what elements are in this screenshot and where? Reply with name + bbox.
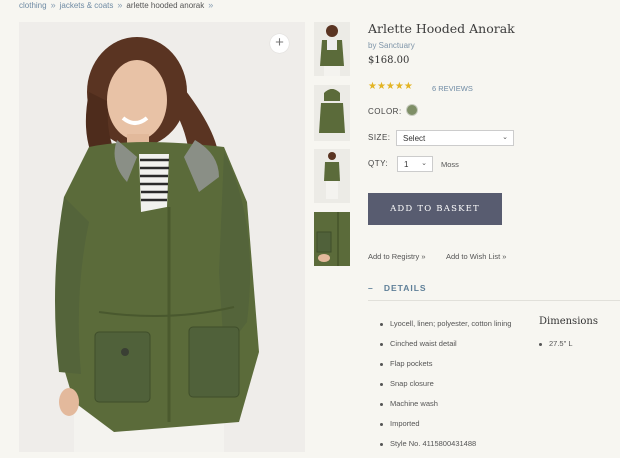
color-swatch-moss[interactable] xyxy=(406,104,418,116)
chevron-down-icon: ⌄ xyxy=(502,134,508,141)
color-label: COLOR: xyxy=(368,107,402,116)
divider xyxy=(368,300,620,301)
selected-color-name: Moss xyxy=(441,160,459,169)
details-toggle[interactable]: – DETAILS xyxy=(368,283,427,293)
size-select[interactable]: Select ⌄ xyxy=(396,130,514,146)
thumbnail-2[interactable] xyxy=(314,85,350,141)
qty-select[interactable]: 1 ⌄ xyxy=(397,156,433,172)
list-item: Snap closure xyxy=(380,378,520,390)
collapse-icon: – xyxy=(368,283,374,293)
breadcrumb-clothing[interactable]: clothing xyxy=(19,1,47,10)
dimensions-heading: Dimensions xyxy=(539,316,598,327)
thumbnail-4[interactable] xyxy=(314,212,350,266)
thumbnail-3[interactable] xyxy=(314,149,350,203)
reviews-link[interactable]: 6 REVIEWS xyxy=(432,84,473,93)
brand-link[interactable]: by Sanctuary xyxy=(368,41,415,50)
chevron-down-icon: ⌄ xyxy=(421,160,427,167)
breadcrumb-separator: » xyxy=(117,0,123,10)
qty-label: QTY: xyxy=(368,159,389,168)
rating-stars[interactable]: ★★★★★ xyxy=(368,81,413,92)
qty-select-value: 1 xyxy=(404,160,409,169)
breadcrumb: clothing» jackets & coats» arlette hooded … xyxy=(19,0,217,10)
add-to-wishlist-link[interactable]: Add to Wish List » xyxy=(446,252,506,261)
list-item: Lyocell, linen; polyester, cotton lining xyxy=(380,318,520,330)
breadcrumb-jackets-coats[interactable]: jackets & coats xyxy=(60,1,114,10)
list-item: Imported xyxy=(380,418,520,430)
size-label: SIZE: xyxy=(368,133,391,142)
add-to-basket-button[interactable]: ADD TO BASKET xyxy=(368,193,502,225)
breadcrumb-separator: » xyxy=(50,0,56,10)
product-price: $168.00 xyxy=(368,55,410,66)
plus-icon[interactable]: + xyxy=(270,34,289,53)
breadcrumb-current: arlette hooded anorak xyxy=(126,1,205,10)
dimensions-value: 27.5" L xyxy=(539,339,573,348)
list-item: Cinched waist detail xyxy=(380,338,520,350)
size-select-value: Select xyxy=(403,134,426,143)
details-heading: DETAILS xyxy=(383,283,427,293)
main-product-image[interactable] xyxy=(19,22,305,452)
product-title: Arlette Hooded Anorak xyxy=(368,21,515,36)
details-list: Lyocell, linen; polyester, cotton lining… xyxy=(380,318,520,458)
add-to-registry-link[interactable]: Add to Registry » xyxy=(368,252,426,261)
list-item: Flap pockets xyxy=(380,358,520,370)
list-item: Style No. 4115800431488 xyxy=(380,438,520,450)
breadcrumb-separator: » xyxy=(208,0,214,10)
list-item: Machine wash xyxy=(380,398,520,410)
thumbnail-1[interactable] xyxy=(314,22,350,76)
